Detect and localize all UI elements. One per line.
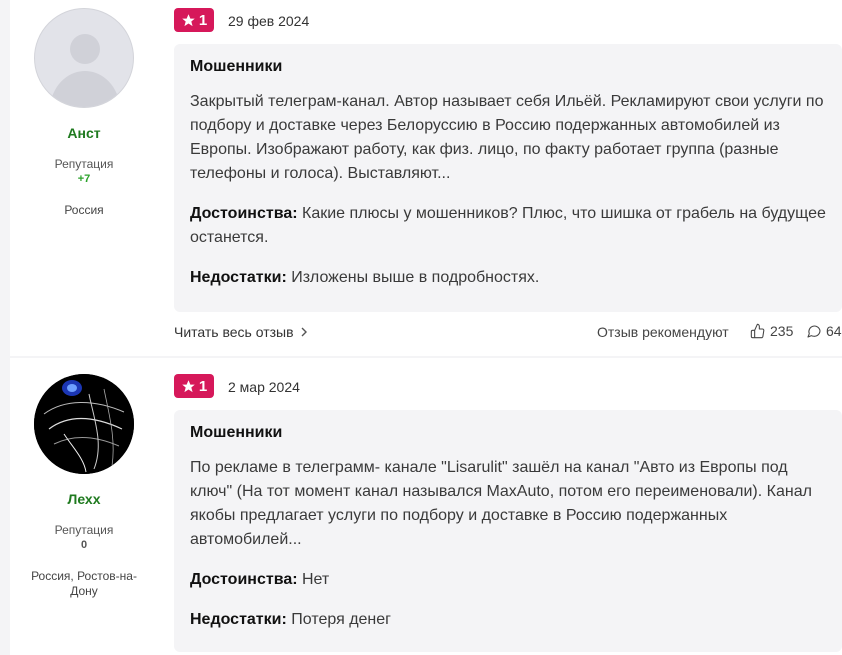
chevron-right-icon: [301, 327, 307, 337]
comments-button[interactable]: 64: [806, 323, 842, 339]
avatar[interactable]: [34, 8, 134, 108]
review-title[interactable]: Мошенники: [190, 58, 826, 76]
review-card: Лехх Репутация 0 Россия, Ростов-на-Дону …: [10, 358, 842, 655]
review-pros: Достоинства: Нет: [190, 568, 826, 592]
pros-label: Достоинства:: [190, 571, 298, 588]
review-body: Мошенники Закрытый телеграм-канал. Автор…: [174, 44, 842, 312]
review-text: Закрытый телеграм-канал. Автор называет …: [190, 93, 824, 182]
cons-label: Недостатки:: [190, 269, 287, 286]
review-pros: Достоинства: Какие плюсы у мошенников? П…: [190, 202, 826, 250]
thumbs-up-icon: [750, 323, 765, 339]
review-date: 2 мар 2024: [228, 379, 300, 395]
star-icon: [182, 379, 195, 392]
comment-icon: [807, 325, 821, 338]
rating-badge: 1: [174, 374, 214, 398]
rating-badge: 1: [174, 8, 214, 32]
pros-text: Нет: [302, 571, 330, 588]
review-date: 29 фев 2024: [228, 13, 310, 29]
author-name[interactable]: Лехх: [10, 491, 158, 507]
rating-value: 1: [198, 11, 208, 29]
recommend-label: Отзыв рекомендуют: [597, 324, 729, 340]
cons-label: Недостатки:: [190, 611, 287, 628]
avatar[interactable]: [34, 374, 134, 474]
review-card: Анст Репутация +7 Россия 1 29 фев 2024 М…: [10, 0, 842, 356]
likes-count: 235: [770, 323, 794, 339]
rating-value: 1: [198, 377, 208, 395]
cons-text: Потеря денег: [291, 611, 391, 628]
read-full-review-link[interactable]: Читать весь отзыв: [174, 324, 308, 340]
author-location: Россия: [64, 203, 104, 217]
star-icon: [182, 13, 195, 26]
review-title[interactable]: Мошенники: [190, 424, 826, 442]
reputation-label: Репутация: [54, 157, 114, 171]
likes-button[interactable]: 235: [750, 323, 793, 339]
cons-text: Изложены выше в подробностях.: [291, 269, 540, 286]
review-text: По рекламе в телеграмм- канале "Lisaruli…: [190, 459, 812, 548]
review-cons: Недостатки: Изложены выше в подробностях…: [190, 266, 826, 290]
review-cons: Недостатки: Потеря денег: [190, 608, 826, 632]
reputation-value: +7: [77, 173, 91, 185]
user-placeholder-icon: [49, 34, 121, 107]
author-location: Россия, Ростов-на-Дону: [31, 569, 137, 598]
pros-label: Достоинства:: [190, 205, 298, 222]
reputation-value: 0: [80, 539, 88, 551]
review-body: Мошенники По рекламе в телеграмм- канале…: [174, 410, 842, 652]
read-more-label: Читать весь отзыв: [174, 324, 294, 340]
reputation-label: Репутация: [54, 523, 114, 537]
author-name[interactable]: Анст: [10, 125, 158, 141]
comments-count: 64: [826, 323, 842, 339]
avatar-image: [34, 374, 134, 474]
